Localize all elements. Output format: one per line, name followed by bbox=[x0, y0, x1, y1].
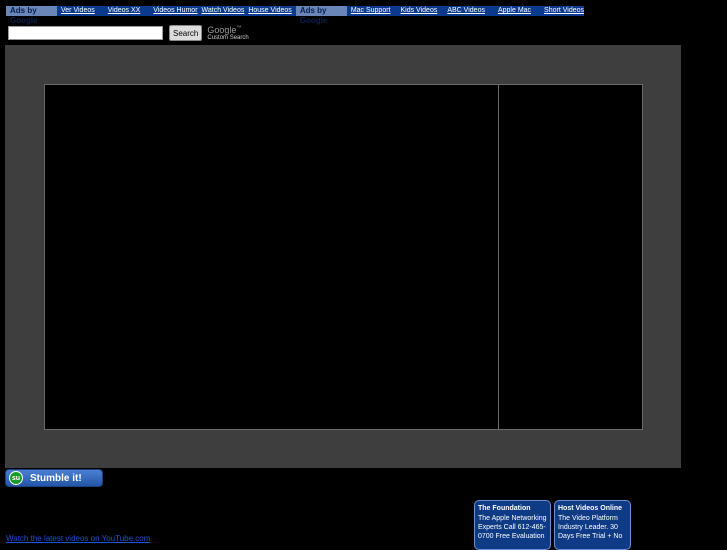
search-input[interactable] bbox=[8, 26, 163, 40]
top-ad-bar: Ads by Google Ver Videos Videos XX Video… bbox=[6, 6, 584, 25]
ad-link-abc-videos[interactable]: ABC Videos bbox=[447, 6, 485, 16]
stumble-it-label: Stumble it! bbox=[30, 472, 82, 484]
ad-link-apple-mac[interactable]: Apple Mac bbox=[498, 6, 531, 16]
video-screen[interactable] bbox=[45, 85, 499, 429]
video-player[interactable] bbox=[44, 84, 643, 430]
ad-link-ver-videos[interactable]: Ver Videos bbox=[61, 6, 95, 16]
google-custom-search-logo: Google™ Custom Search bbox=[207, 24, 248, 42]
ad-body: The Apple Networking Experts Call 612-46… bbox=[478, 515, 547, 540]
ad-link-watch-videos[interactable]: Watch Videos bbox=[202, 6, 245, 16]
video-playlist-panel[interactable] bbox=[499, 85, 642, 429]
youtube-link[interactable]: Watch the latest videos on YouTube.com bbox=[6, 534, 150, 543]
ad-link-videos-humor[interactable]: Videos Humor bbox=[153, 6, 197, 16]
ads-by-google-label-2[interactable]: Ads by Google bbox=[295, 6, 347, 25]
ad-body: The Video Platform Industry Leader. 30 D… bbox=[558, 515, 623, 540]
ad-link-kids-videos[interactable]: Kids Videos bbox=[401, 6, 438, 16]
ad-link-house-videos[interactable]: House Videos bbox=[248, 6, 291, 16]
ad-title[interactable]: Host Videos Online bbox=[558, 504, 627, 514]
custom-search-label: Custom Search bbox=[207, 35, 249, 41]
ad-box-foundation[interactable]: The Foundation The Apple Networking Expe… bbox=[474, 500, 551, 550]
ad-box-host-videos[interactable]: Host Videos Online The Video Platform In… bbox=[554, 500, 631, 550]
ad-link-videos-xx[interactable]: Videos XX bbox=[108, 6, 141, 16]
ads-by-google-label[interactable]: Ads by Google bbox=[6, 6, 57, 25]
ad-link-short-videos[interactable]: Short Videos bbox=[544, 6, 584, 16]
stumbleupon-icon: su bbox=[9, 471, 23, 485]
search-bar: Search Google™ Custom Search bbox=[8, 24, 249, 42]
ad-title[interactable]: The Foundation bbox=[478, 504, 547, 514]
search-button[interactable]: Search bbox=[169, 25, 203, 41]
video-player-frame bbox=[5, 45, 681, 468]
ad-link-mac-support[interactable]: Mac Support bbox=[351, 6, 391, 16]
stumble-it-button[interactable]: su Stumble it! bbox=[5, 469, 103, 487]
